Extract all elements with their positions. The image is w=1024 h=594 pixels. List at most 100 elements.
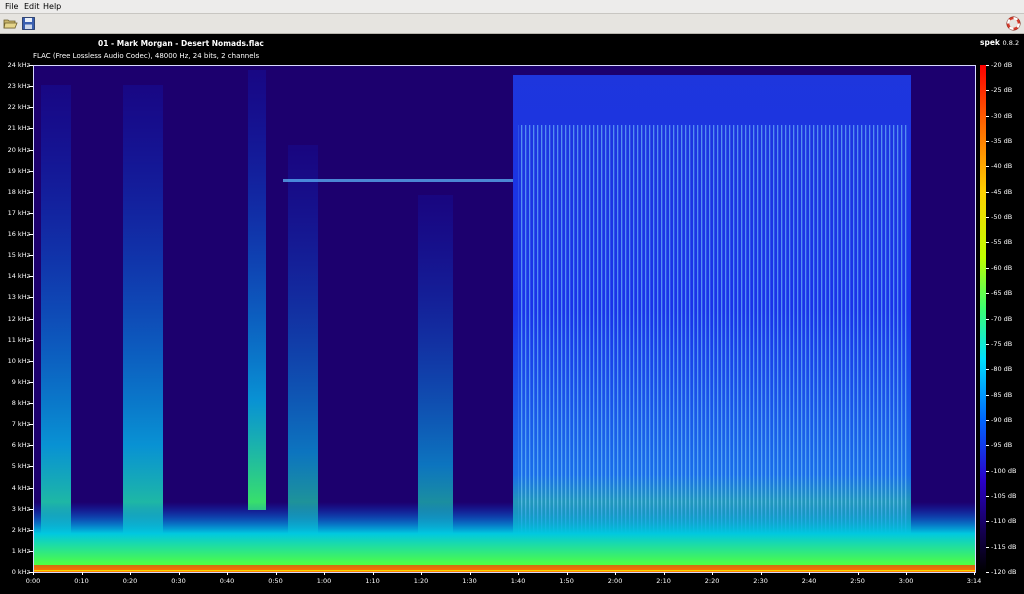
freq-tick-label: 4 kHz <box>11 483 30 492</box>
time-tick-label: 1:30 <box>462 577 477 585</box>
time-tick-label: 1:40 <box>510 577 526 585</box>
freq-tick-label: 5 kHz <box>11 462 30 471</box>
time-tick <box>227 572 229 575</box>
freq-tick-label: 21 kHz <box>7 124 30 133</box>
freq-tick <box>29 65 33 66</box>
time-tick <box>518 572 520 575</box>
time-tick <box>421 572 423 575</box>
db-tick <box>986 90 989 92</box>
time-tick <box>857 572 859 575</box>
track-info: FLAC (Free Lossless Audio Codec), 48000 … <box>33 52 260 60</box>
db-tick-label: -80 dB <box>991 365 1013 374</box>
freq-tick-label: 2 kHz <box>11 525 30 534</box>
time-tick <box>130 572 131 575</box>
freq-tick-label: 24 kHz <box>7 61 30 69</box>
freq-tick-label: 3 kHz <box>11 504 30 513</box>
db-tick-label: -50 dB <box>991 213 1013 222</box>
db-tick <box>986 521 989 523</box>
freq-tick <box>29 276 33 278</box>
time-tick <box>712 572 714 575</box>
freq-tick <box>29 149 33 151</box>
folder-open-icon[interactable] <box>3 16 18 31</box>
menu-edit[interactable]: Edit <box>24 1 40 12</box>
db-tick-label: -65 dB <box>991 289 1013 298</box>
freq-tick-label: 20 kHz <box>7 145 30 154</box>
time-tick-label: 0:00 <box>25 577 41 585</box>
freq-tick-label: 8 kHz <box>11 399 30 407</box>
time-tick <box>663 572 665 575</box>
time-tick-label: 1:10 <box>365 577 380 585</box>
freq-tick <box>29 170 33 172</box>
time-tick <box>178 572 180 575</box>
freq-tick-label: 23 kHz <box>7 82 30 91</box>
freq-tick-label: 6 kHz <box>11 441 30 450</box>
db-tick <box>986 65 989 66</box>
db-tick-label: -30 dB <box>991 111 1013 120</box>
db-tick <box>986 572 989 573</box>
time-tick-label: 3:14 <box>966 577 982 585</box>
db-tick-label: -20 dB <box>991 61 1013 69</box>
db-tick-label: -95 dB <box>991 441 1013 450</box>
db-tick-label: -60 dB <box>991 263 1013 272</box>
freq-tick <box>29 360 33 362</box>
db-tick <box>986 166 989 168</box>
db-tick <box>986 242 989 244</box>
freq-tick-label: 16 kHz <box>7 230 30 238</box>
freq-tick-label: 11 kHz <box>7 335 30 344</box>
time-tick-label: 2:20 <box>704 577 720 585</box>
menu-help[interactable]: Help <box>43 1 61 12</box>
freq-tick-label: 14 kHz <box>7 272 30 281</box>
time-tick <box>760 572 762 575</box>
freq-tick <box>29 318 33 320</box>
db-tick-label: -85 dB <box>991 390 1013 399</box>
freq-tick <box>29 508 33 510</box>
time-tick-label: 3:00 <box>898 577 914 585</box>
time-tick <box>324 572 326 575</box>
time-tick-label: 0:40 <box>219 577 235 585</box>
time-tick-label: 0:50 <box>268 577 283 585</box>
freq-tick <box>29 424 33 426</box>
time-tick <box>566 572 568 575</box>
freq-tick <box>29 128 33 130</box>
freq-tick <box>29 487 33 489</box>
db-tick <box>986 495 989 497</box>
time-tick <box>469 572 471 575</box>
time-tick-label: 2:00 <box>607 577 623 585</box>
freq-tick-label: 19 kHz <box>7 166 30 175</box>
track-title: 01 - Mark Morgan - Desert Nomads.flac <box>98 39 264 48</box>
freq-tick-label: 10 kHz <box>7 356 30 365</box>
db-tick-label: -100 dB <box>991 466 1017 475</box>
db-tick-label: -75 dB <box>991 339 1013 348</box>
freq-tick-label: 15 kHz <box>7 251 30 260</box>
db-tick-label: -105 dB <box>991 491 1017 500</box>
save-icon[interactable] <box>21 16 36 31</box>
db-tick-label: -90 dB <box>991 415 1013 424</box>
freq-tick <box>29 234 33 235</box>
menu-file[interactable]: File <box>5 1 18 12</box>
db-tick <box>986 419 989 421</box>
db-tick-label: -45 dB <box>991 187 1013 196</box>
toolbar <box>0 14 1024 34</box>
time-tick-label: 0:10 <box>74 577 89 585</box>
spectrogram-plot[interactable] <box>33 65 975 572</box>
db-tick <box>986 191 989 193</box>
time-tick <box>372 572 374 575</box>
db-tick-label: -110 dB <box>991 517 1017 526</box>
freq-tick <box>29 297 33 299</box>
db-tick <box>986 445 989 447</box>
time-tick <box>809 572 811 575</box>
time-tick-label: 1:00 <box>316 577 332 585</box>
time-tick-label: 2:50 <box>850 577 865 585</box>
app-name: spek 0.8.2 <box>980 38 1020 47</box>
freq-tick <box>29 466 33 468</box>
freq-tick <box>29 191 33 193</box>
freq-tick <box>29 339 33 341</box>
freq-tick <box>29 86 33 88</box>
db-tick <box>986 141 989 143</box>
db-tick-label: -120 dB <box>991 568 1017 576</box>
lifebuoy-icon[interactable] <box>1006 16 1021 31</box>
time-tick <box>974 572 975 575</box>
freq-tick-label: 12 kHz <box>7 314 30 323</box>
time-tick <box>81 572 83 575</box>
time-tick-label: 2:10 <box>656 577 671 585</box>
